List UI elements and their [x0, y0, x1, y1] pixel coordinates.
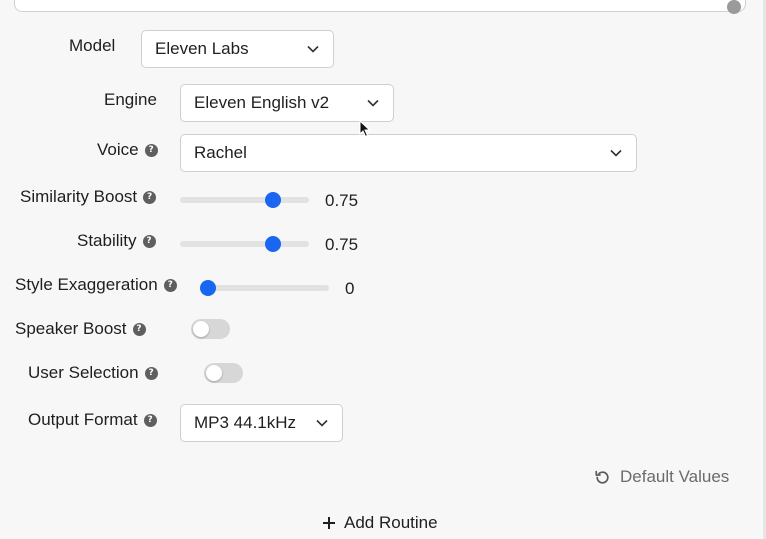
slider-thumb[interactable]	[200, 280, 216, 296]
default-values-label: Default Values	[620, 467, 730, 486]
reset-icon	[595, 470, 609, 484]
stability-label-text: Stability	[77, 231, 137, 250]
chevron-down-icon	[610, 149, 622, 157]
slider-thumb[interactable]	[264, 192, 281, 208]
slider-track[interactable]	[200, 285, 329, 291]
help-icon[interactable]: ?	[143, 413, 157, 427]
user-selection-toggle[interactable]	[204, 363, 243, 383]
output-format-select-value: MP3 44.1kHz	[194, 413, 297, 432]
help-icon[interactable]: ?	[132, 322, 146, 336]
speaker-boost-label: Speaker Boost ?	[15, 319, 146, 339]
voice-select-value: Rachel	[194, 143, 247, 162]
model-select-value: Eleven Labs	[155, 39, 249, 58]
help-icon[interactable]: ?	[143, 190, 157, 204]
output-format-select[interactable]: MP3 44.1kHz	[180, 404, 343, 442]
default-values-button[interactable]: Default Values	[594, 467, 729, 487]
toggle-knob	[206, 365, 222, 381]
speaker-boost-toggle[interactable]	[191, 319, 230, 339]
engine-select-value: Eleven English v2	[194, 93, 330, 112]
user-selection-label-text: User Selection	[28, 363, 139, 382]
mouse-cursor-icon	[359, 120, 371, 138]
add-routine-button[interactable]: Add Routine	[322, 513, 438, 533]
help-icon[interactable]: ?	[144, 366, 158, 380]
output-format-label-text: Output Format	[28, 410, 138, 429]
chevron-down-icon	[367, 99, 379, 107]
help-icon[interactable]: ?	[163, 278, 177, 292]
style-exaggeration-value: 0	[345, 279, 355, 298]
input-clear-icon[interactable]	[727, 0, 741, 14]
help-icon[interactable]: ?	[144, 143, 158, 157]
add-routine-label: Add Routine	[344, 513, 438, 532]
engine-select[interactable]: Eleven English v2	[180, 84, 394, 122]
engine-label: Engine	[104, 90, 157, 110]
similarity-boost-label: Similarity Boost ?	[20, 187, 157, 207]
slider-thumb[interactable]	[264, 236, 281, 252]
top-input-field[interactable]	[14, 0, 746, 14]
style-exaggeration-slider[interactable]	[200, 280, 329, 296]
toggle-knob	[193, 321, 209, 337]
speaker-boost-label-text: Speaker Boost	[15, 319, 127, 338]
chevron-down-icon	[316, 419, 328, 427]
voice-select[interactable]: Rachel	[180, 134, 637, 172]
style-exaggeration-label-text: Style Exaggeration	[15, 275, 158, 294]
stability-slider[interactable]	[180, 236, 309, 252]
model-select[interactable]: Eleven Labs	[141, 30, 334, 68]
engine-label-text: Engine	[104, 90, 157, 109]
slider-track[interactable]	[180, 197, 309, 203]
user-selection-label: User Selection ?	[28, 363, 158, 383]
chevron-down-icon	[307, 45, 319, 53]
similarity-boost-slider[interactable]	[180, 192, 309, 208]
plus-icon	[323, 517, 335, 529]
model-label-text: Model	[69, 36, 116, 55]
model-label: Model	[69, 36, 115, 56]
similarity-boost-value: 0.75	[325, 191, 359, 210]
slider-track[interactable]	[180, 241, 309, 247]
style-exaggeration-label: Style Exaggeration ?	[15, 275, 177, 295]
voice-label: Voice ?	[97, 140, 158, 160]
help-icon[interactable]: ?	[142, 234, 156, 248]
stability-label: Stability ?	[77, 231, 156, 251]
output-format-label: Output Format ?	[28, 410, 157, 430]
voice-label-text: Voice	[97, 140, 139, 159]
stability-value: 0.75	[325, 235, 359, 254]
similarity-boost-label-text: Similarity Boost	[20, 187, 138, 206]
